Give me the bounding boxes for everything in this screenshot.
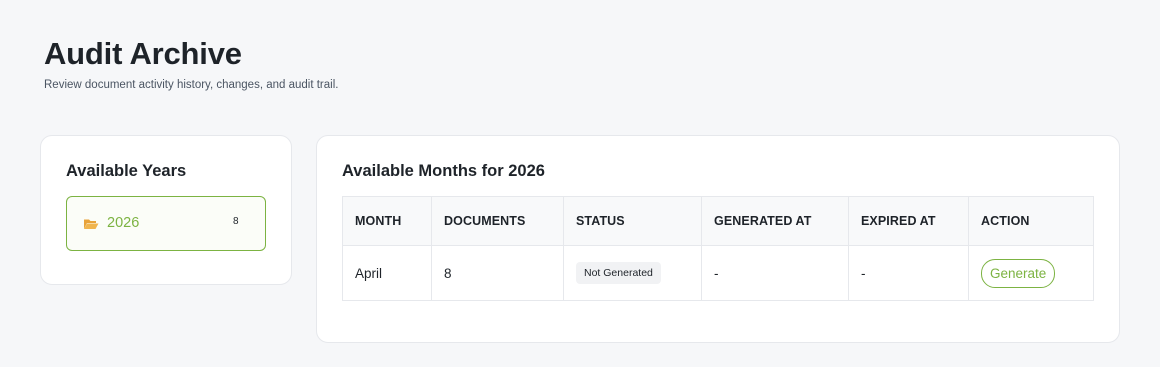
cell-status: Not Generated <box>563 245 702 301</box>
page-subtitle: Review document activity history, change… <box>44 79 339 91</box>
months-panel-title: Available Months for 2026 <box>342 162 545 180</box>
folder-open-icon <box>84 219 99 229</box>
years-panel: Available Years 2026 8 <box>40 135 292 285</box>
column-header-expired-at: EXPIRED AT <box>848 196 969 246</box>
cell-generated-at: - <box>701 245 849 301</box>
cell-expired-at: - <box>848 245 969 301</box>
generate-button[interactable]: Generate <box>981 258 1056 288</box>
column-header-month: MONTH <box>342 196 432 246</box>
column-header-generated-at: GENERATED AT <box>701 196 849 246</box>
cell-documents: 8 <box>431 245 564 301</box>
months-table: MONTH DOCUMENTS STATUS GENERATED AT EXPI… <box>342 196 1094 301</box>
table-header-row: MONTH DOCUMENTS STATUS GENERATED AT EXPI… <box>342 196 1094 246</box>
column-header-documents: DOCUMENTS <box>431 196 564 246</box>
page-title: Audit Archive <box>44 36 242 71</box>
column-header-action: ACTION <box>968 196 1094 246</box>
year-document-count: 8 <box>233 216 239 227</box>
months-panel: Available Months for 2026 MONTH DOCUMENT… <box>316 135 1120 343</box>
column-header-status: STATUS <box>563 196 702 246</box>
status-badge: Not Generated <box>576 262 661 284</box>
year-item-2026[interactable]: 2026 8 <box>66 196 266 251</box>
years-panel-title: Available Years <box>66 162 187 180</box>
cell-action: Generate <box>968 245 1094 301</box>
table-row: April 8 Not Generated - - Generate <box>342 245 1094 301</box>
year-label: 2026 <box>107 215 140 231</box>
cell-month: April <box>342 245 432 301</box>
